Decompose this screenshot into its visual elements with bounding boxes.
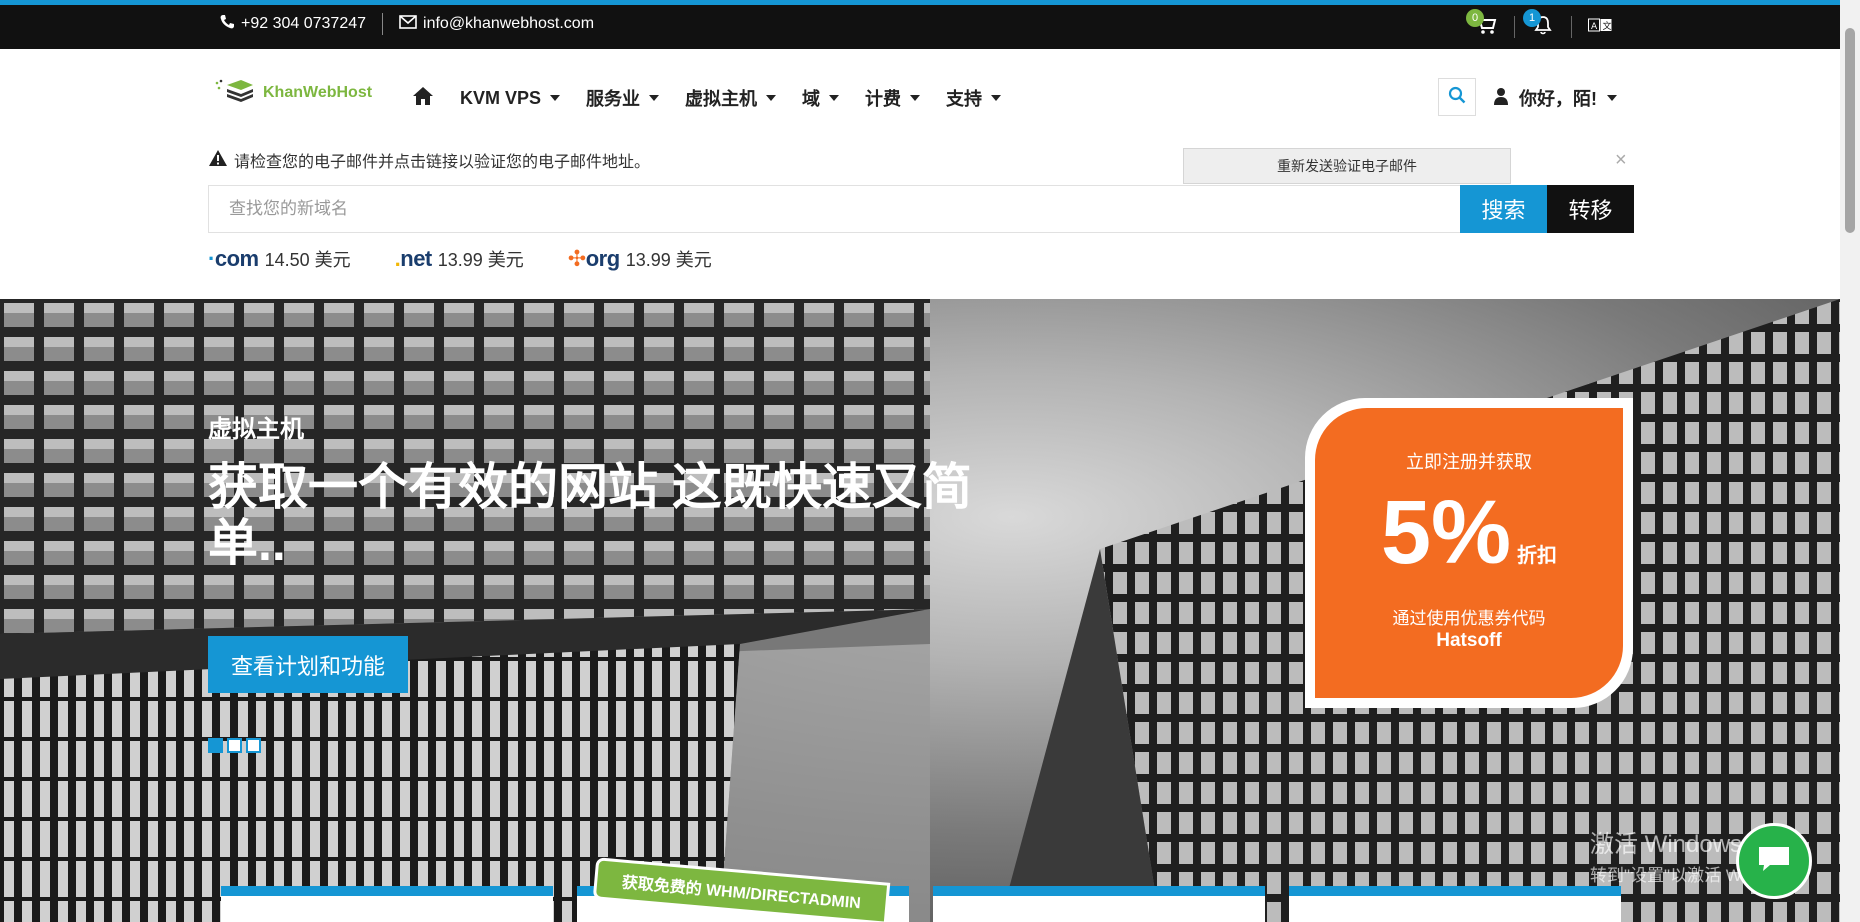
tld-price: 14.50 美元 — [264, 250, 351, 270]
nav-domains[interactable]: 域 — [802, 85, 840, 111]
tld-price: 13.99 美元 — [625, 250, 712, 270]
nav-support[interactable]: 支持 — [946, 85, 1002, 111]
chevron-down-icon — [1607, 95, 1617, 101]
svg-text:文: 文 — [1603, 20, 1612, 32]
verify-message: 请检查您的电子邮件并点击链接以验证您的电子邮件地址。 — [234, 154, 651, 171]
chevron-down-icon — [991, 95, 1002, 101]
slider-dots — [208, 738, 261, 753]
envelope-icon — [399, 14, 417, 34]
hero-subtitle: 虚拟主机 — [208, 416, 304, 443]
cart-count-badge: 0 — [1466, 9, 1484, 27]
close-notice-button[interactable]: × — [1615, 148, 1627, 172]
domain-transfer-button[interactable]: 转移 — [1547, 185, 1634, 233]
divider — [382, 13, 384, 35]
tld-price: 13.99 美元 — [437, 250, 524, 270]
tld-logo: .net — [394, 246, 433, 271]
nav-services[interactable]: 服务业 — [586, 85, 660, 111]
chevron-down-icon — [829, 95, 840, 101]
nav-home[interactable] — [412, 86, 434, 111]
language-button[interactable]: A文 — [1580, 13, 1620, 41]
tld-com[interactable]: ·com 14.50 美元 — [208, 246, 351, 272]
view-plans-button[interactable]: 查看计划和功能 — [208, 636, 408, 693]
scrollbar-thumb[interactable] — [1845, 28, 1855, 233]
chevron-down-icon — [910, 95, 921, 101]
notification-count-badge: 1 — [1523, 9, 1541, 27]
tld-logo: ·com — [208, 246, 259, 271]
promo-percent: 5% — [1380, 483, 1512, 583]
promo-suffix: 折扣 — [1517, 545, 1558, 567]
promo-code: Hatsoff — [1436, 630, 1502, 651]
search-icon — [1448, 86, 1466, 109]
verify-email-notice: 请检查您的电子邮件并点击链接以验证您的电子邮件地址。 — [208, 148, 650, 172]
promo-discount: 5% 折扣 — [1315, 488, 1623, 578]
divider — [1571, 16, 1572, 38]
logo-icon — [213, 77, 255, 108]
resend-verification-button[interactable]: 重新发送验证电子邮件 — [1183, 148, 1511, 184]
top-bar: +92 304 0737247 info@khanwebhost.com 0 1 — [0, 0, 1840, 49]
tld-net[interactable]: .net 13.99 美元 — [395, 246, 524, 272]
promo-content: 立即注册并获取 5% 折扣 通过使用优惠券代码 Hatsoff — [1315, 408, 1623, 698]
domain-search-button[interactable]: 搜索 — [1460, 185, 1547, 233]
email-link[interactable]: info@khanwebhost.com — [399, 14, 595, 34]
domain-search-input[interactable] — [209, 186, 1459, 232]
warning-icon — [208, 149, 228, 172]
user-icon — [1493, 87, 1509, 110]
cart-button[interactable]: 0 — [1466, 9, 1506, 41]
chevron-down-icon — [550, 95, 561, 101]
phone-icon — [219, 14, 235, 35]
notifications-button[interactable]: 1 — [1523, 9, 1563, 41]
plan-card[interactable] — [933, 886, 1265, 922]
nav-billing[interactable]: 计费 — [865, 85, 921, 111]
nav-hosting[interactable]: 虚拟主机 — [685, 85, 777, 111]
nav-label: 虚拟主机 — [685, 89, 758, 109]
chevron-down-icon — [649, 95, 660, 101]
home-icon — [412, 86, 434, 111]
primary-nav: KVM VPS 服务业 虚拟主机 域 计费 支持 — [412, 85, 1002, 111]
brand-logo[interactable]: KhanWebHost — [213, 77, 372, 108]
nav-label: 计费 — [865, 89, 902, 109]
promo-line1: 立即注册并获取 — [1406, 452, 1532, 472]
topbar-actions: 0 1 A文 — [1466, 9, 1620, 41]
promo-line2: 通过使用优惠券代码 — [1392, 609, 1546, 628]
hero-headline: 获取一个有效的网站 这既快速又简单.. — [208, 459, 972, 571]
phone-number: +92 304 0737247 — [241, 15, 367, 32]
hero-slider: 虚拟主机 获取一个有效的网站 这既快速又简单.. 查看计划和功能 立即注册并获取… — [0, 299, 1840, 922]
tld-org[interactable]: ✣org 13.99 美元 — [568, 246, 712, 272]
nav-label: 域 — [802, 89, 821, 109]
language-icon: A文 — [1588, 18, 1612, 37]
divider — [1514, 16, 1515, 38]
live-chat-button[interactable] — [1736, 823, 1812, 899]
nav-label: 支持 — [946, 89, 983, 109]
email-address: info@khanwebhost.com — [423, 15, 595, 32]
brand-name: KhanWebHost — [263, 83, 373, 101]
hero-background-image — [0, 299, 930, 922]
user-menu[interactable]: 你好，陌! — [1493, 85, 1617, 111]
nav-kvm-vps[interactable]: KVM VPS — [460, 87, 561, 109]
page-scrollbar[interactable] — [1840, 0, 1860, 922]
domain-search-form: 搜索 转移 — [208, 185, 1634, 233]
nav-label: 服务业 — [586, 89, 641, 109]
tld-logo: ✣org — [567, 246, 620, 271]
slider-dot[interactable] — [208, 738, 223, 753]
slider-dot[interactable] — [227, 738, 242, 753]
svg-text:A: A — [1591, 22, 1598, 32]
main-navbar: KhanWebHost KVM VPS 服务业 虚拟主机 域 计费 支持 你好，… — [0, 49, 1840, 147]
chat-icon — [1756, 844, 1792, 879]
phone-link[interactable]: +92 304 0737247 — [219, 14, 366, 35]
site-search-button[interactable] — [1438, 78, 1476, 116]
contact-info: +92 304 0737247 info@khanwebhost.com — [219, 13, 594, 35]
nav-label: KVM VPS — [460, 87, 542, 108]
plan-card[interactable] — [1289, 886, 1621, 922]
slider-dot[interactable] — [246, 738, 261, 753]
promo-badge[interactable]: 立即注册并获取 5% 折扣 通过使用优惠券代码 Hatsoff — [1305, 398, 1633, 708]
plan-card[interactable] — [221, 886, 553, 922]
user-greeting: 你好，陌! — [1519, 89, 1597, 109]
chevron-down-icon — [766, 95, 777, 101]
tld-price-list: ·com 14.50 美元 .net 13.99 美元 ✣org 13.99 美… — [208, 246, 756, 272]
